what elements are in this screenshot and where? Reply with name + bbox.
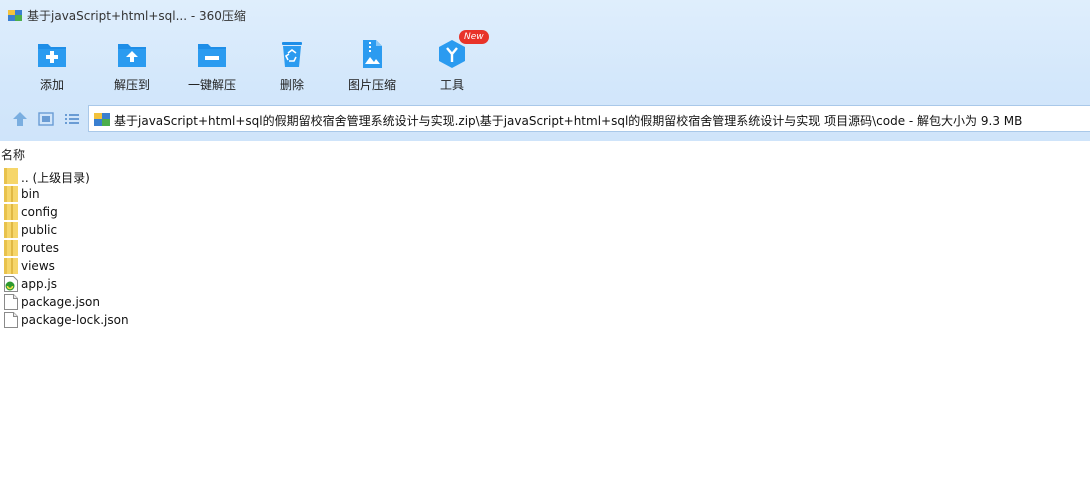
recycle-bin-icon bbox=[282, 42, 302, 67]
column-header: 名称 bbox=[0, 141, 1090, 165]
list-item-name: routes bbox=[21, 241, 59, 255]
add-button[interactable]: 添加 bbox=[17, 34, 87, 94]
folder-icon bbox=[4, 168, 18, 184]
extract-to-label: 解压到 bbox=[113, 78, 150, 92]
top-chrome: 基于javaScript+html+sql... - 360压缩 添加 解压到 bbox=[0, 0, 1090, 141]
new-badge: New bbox=[459, 30, 489, 44]
list-item-name: .. (上级目录) bbox=[21, 171, 90, 185]
file-icon bbox=[4, 312, 18, 328]
one-click-extract-label: 一键解压 bbox=[187, 78, 236, 92]
extract-to-icon bbox=[118, 44, 146, 67]
file-icon bbox=[4, 294, 18, 310]
list-item[interactable]: bin bbox=[0, 185, 300, 203]
up-arrow-icon[interactable] bbox=[11, 110, 29, 128]
zip-archive-icon bbox=[94, 113, 110, 126]
list-item-name: app.js bbox=[21, 277, 57, 291]
tools-label: 工具 bbox=[439, 78, 464, 92]
list-item[interactable]: views bbox=[0, 257, 300, 275]
list-item[interactable]: app.js bbox=[0, 275, 300, 293]
title-bar: 基于javaScript+html+sql... - 360压缩 bbox=[0, 0, 1090, 30]
list-item[interactable]: public bbox=[0, 221, 300, 239]
list-item-name: bin bbox=[21, 187, 40, 201]
one-click-extract-icon bbox=[198, 44, 226, 67]
javascript-file-icon bbox=[4, 276, 18, 292]
add-label: 添加 bbox=[39, 78, 64, 92]
thumbnail-view-icon[interactable] bbox=[37, 110, 55, 128]
folder-icon bbox=[4, 186, 18, 202]
column-name-header[interactable]: 名称 bbox=[1, 146, 25, 163]
image-compress-icon bbox=[363, 40, 382, 68]
path-text: 基于javaScript+html+sql的假期留校宿舍管理系统设计与实现.zi… bbox=[114, 114, 1023, 128]
list-view-icon[interactable] bbox=[63, 110, 81, 128]
delete-label: 删除 bbox=[279, 78, 304, 92]
tools-button[interactable]: New 工具 bbox=[417, 30, 489, 94]
list-item[interactable]: routes bbox=[0, 239, 300, 257]
list-item-name: package-lock.json bbox=[21, 313, 129, 327]
list-item[interactable]: config bbox=[0, 203, 300, 221]
list-item-name: views bbox=[21, 259, 55, 273]
folder-icon bbox=[4, 222, 18, 238]
image-compress-button[interactable]: 图片压缩 bbox=[337, 34, 407, 94]
extract-to-button[interactable]: 解压到 bbox=[97, 34, 167, 94]
delete-button[interactable]: 删除 bbox=[257, 34, 327, 94]
navigation-bar: 基于javaScript+html+sql的假期留校宿舍管理系统设计与实现.zi… bbox=[0, 104, 1090, 134]
list-item-name: public bbox=[21, 223, 58, 237]
path-field[interactable]: 基于javaScript+html+sql的假期留校宿舍管理系统设计与实现.zi… bbox=[88, 105, 1090, 132]
image-compress-label: 图片压缩 bbox=[347, 78, 396, 92]
folder-icon bbox=[4, 240, 18, 256]
list-item-name: config bbox=[21, 205, 58, 219]
one-click-extract-button[interactable]: 一键解压 bbox=[177, 34, 247, 94]
toolbar: 添加 解压到 一键解压 删除 图片压缩 New 工具 bbox=[0, 30, 520, 94]
list-item-name: package.json bbox=[21, 295, 101, 309]
list-item[interactable]: package-lock.json bbox=[0, 311, 300, 329]
list-item[interactable]: .. (上级目录) bbox=[0, 167, 300, 185]
folder-icon bbox=[4, 204, 18, 220]
window-title: 基于javaScript+html+sql... - 360压缩 bbox=[27, 9, 246, 23]
list-item[interactable]: package.json bbox=[0, 293, 300, 311]
folder-icon bbox=[4, 258, 18, 274]
add-folder-icon bbox=[38, 44, 66, 67]
app-logo-icon bbox=[8, 10, 22, 21]
